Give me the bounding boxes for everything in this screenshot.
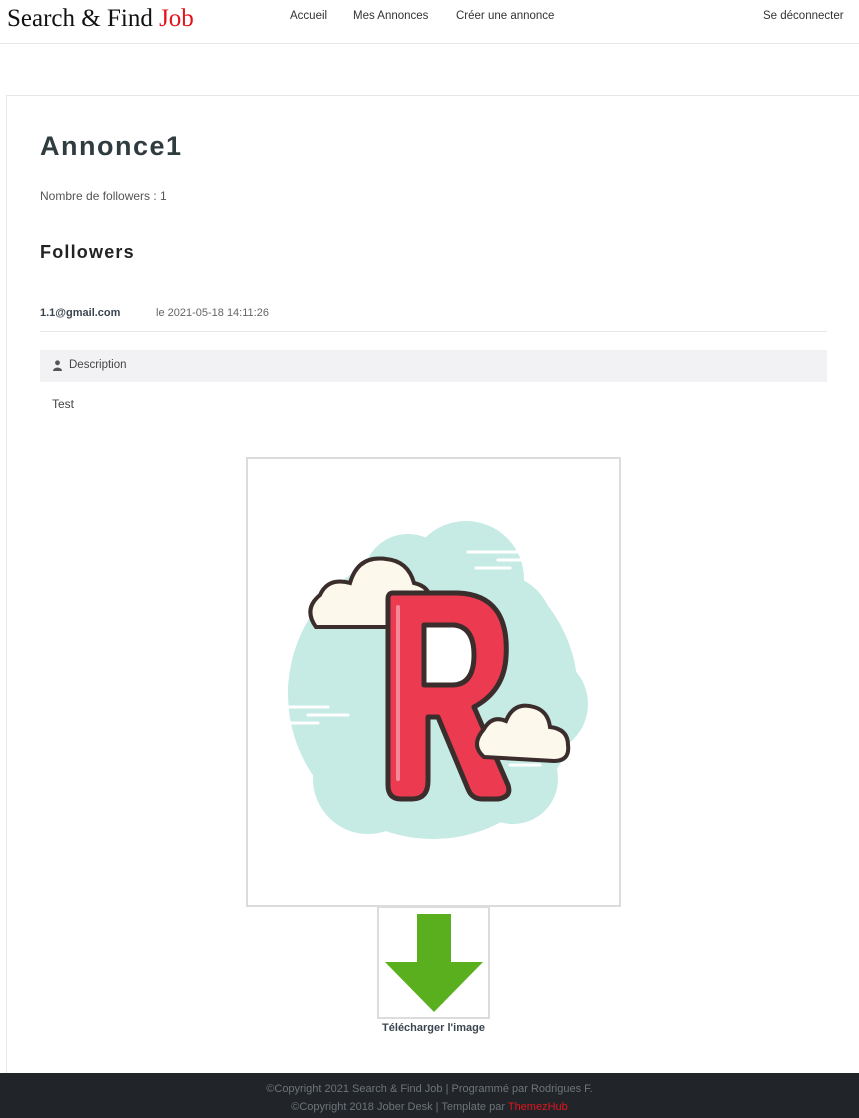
annonce-title: Annonce1 (40, 131, 183, 161)
annonce-image (246, 457, 621, 907)
download-arrow-icon (385, 914, 483, 1012)
nav-accueil[interactable]: Accueil (290, 10, 327, 22)
description-header: Description (40, 350, 827, 382)
user-icon (53, 360, 62, 371)
brand-logo[interactable]: Search & Find Job (7, 5, 194, 33)
download-image-button[interactable] (377, 906, 490, 1019)
themezhub-link[interactable]: ThemezHub (508, 1101, 568, 1113)
follower-email: 1.1@gmail.com (40, 307, 121, 319)
logout-link[interactable]: Se déconnecter (763, 10, 844, 22)
nav-creer-annonce[interactable]: Créer une annonce (456, 10, 554, 22)
description-label: Description (69, 359, 127, 371)
brand-accent-text: Job (159, 5, 194, 32)
top-navbar: Search & Find Job Accueil Mes Annonces C… (0, 0, 859, 44)
footer-line2-text: ©Copyright 2018 Jober Desk | Template pa… (291, 1101, 505, 1113)
letter-r-illustration (286, 521, 588, 839)
follower-row: 1.1@gmail.com le 2021-05-18 14:11:26 (40, 300, 827, 332)
download-image-label[interactable]: Télécharger l'image (0, 1022, 859, 1034)
description-text: Test (52, 397, 75, 411)
follower-date: le 2021-05-18 14:11:26 (156, 307, 269, 319)
footer-copyright-line2: ©Copyright 2018 Jober Desk | Template pa… (0, 1101, 859, 1113)
nav-mes-annonces[interactable]: Mes Annonces (353, 10, 428, 22)
brand-main-text: Search & Find (7, 5, 153, 32)
followers-heading: Followers (40, 242, 135, 262)
footer-copyright-line1: ©Copyright 2021 Search & Find Job | Prog… (266, 1083, 593, 1095)
footer: ©Copyright 2021 Search & Find Job | Prog… (0, 1073, 859, 1118)
followers-count: Nombre de followers : 1 (40, 189, 167, 203)
